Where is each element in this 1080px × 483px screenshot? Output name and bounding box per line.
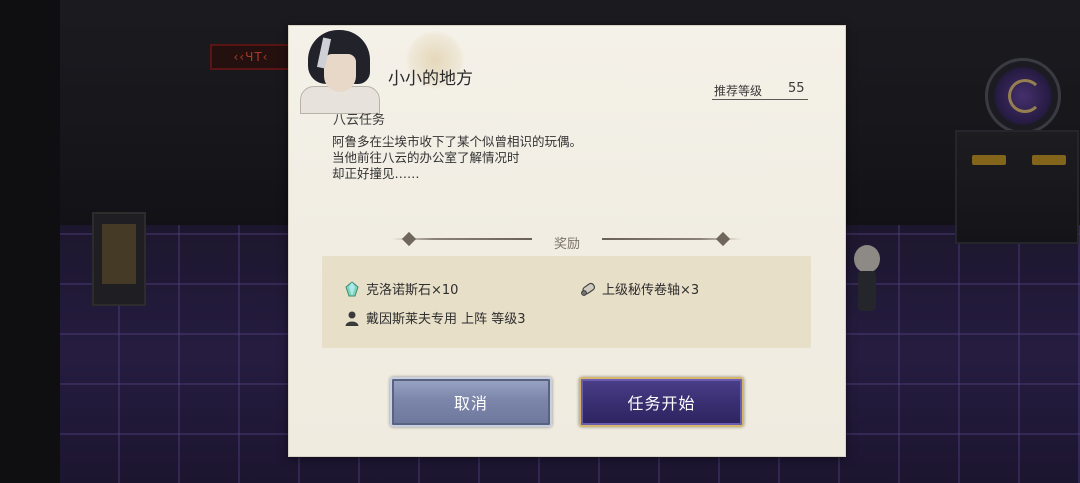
reward-label: 戴因斯莱夫专用 上阵 等级3: [366, 312, 526, 327]
divider-diamond-icon: [715, 231, 731, 247]
story-line: 当他前往八云的办公室了解情况时: [332, 150, 520, 165]
recommended-level-label: 推荐等级: [714, 84, 763, 98]
portrait-face: [324, 54, 356, 92]
recommended-level-value: 55: [788, 81, 805, 96]
divider-diamond-icon: [401, 231, 417, 247]
reward-item[interactable]: 戴因斯莱夫专用 上阵 等级3: [344, 308, 526, 327]
cancel-button[interactable]: 取消: [390, 377, 552, 427]
start-quest-button[interactable]: 任务开始: [579, 377, 744, 427]
quest-title: 小小的地方: [388, 69, 473, 89]
story-line: 阿鲁多在尘埃市收下了某个似曾相识的玩偶。: [332, 134, 583, 149]
reward-label: 上级秘传卷轴×3: [602, 283, 700, 298]
scroll-icon: [580, 281, 596, 297]
reward-label: 克洛诺斯石×10: [366, 283, 459, 298]
character-portrait: [300, 28, 380, 114]
story-line: 却正好撞见……: [332, 166, 420, 181]
quest-story: 阿鲁多在尘埃市收下了某个似曾相识的玩偶。 当他前往八云的办公室了解情况时 却正好…: [332, 134, 582, 182]
quest-type-label: 八云任务: [333, 113, 386, 128]
rewards-title: 奖励: [554, 237, 581, 252]
character-icon: [344, 310, 360, 326]
reward-item[interactable]: 克洛诺斯石×10: [344, 279, 458, 298]
crystal-icon: [344, 280, 360, 297]
level-divider: [712, 99, 808, 100]
reward-item[interactable]: 上级秘传卷轴×3: [580, 279, 699, 298]
rewards-panel: [322, 256, 811, 348]
